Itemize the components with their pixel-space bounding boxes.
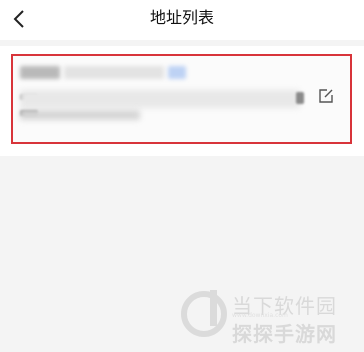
address-detail-2 (20, 110, 140, 120)
recipient-phone (64, 66, 164, 79)
page-title: 地址列表 (149, 8, 214, 27)
top-bar: 地址列表 (0, 0, 364, 40)
address-detail (20, 90, 300, 108)
edit-icon (319, 89, 333, 103)
address-end-glyph (296, 92, 304, 104)
edit-address-button[interactable] (318, 88, 334, 104)
watermark: 当下软件园 www.downxia.com 探探手游网 (180, 288, 360, 350)
default-badge (168, 66, 186, 79)
recipient-name (20, 66, 60, 79)
watermark-line2: 探探手游网 (232, 322, 337, 346)
d-logo (181, 290, 227, 337)
